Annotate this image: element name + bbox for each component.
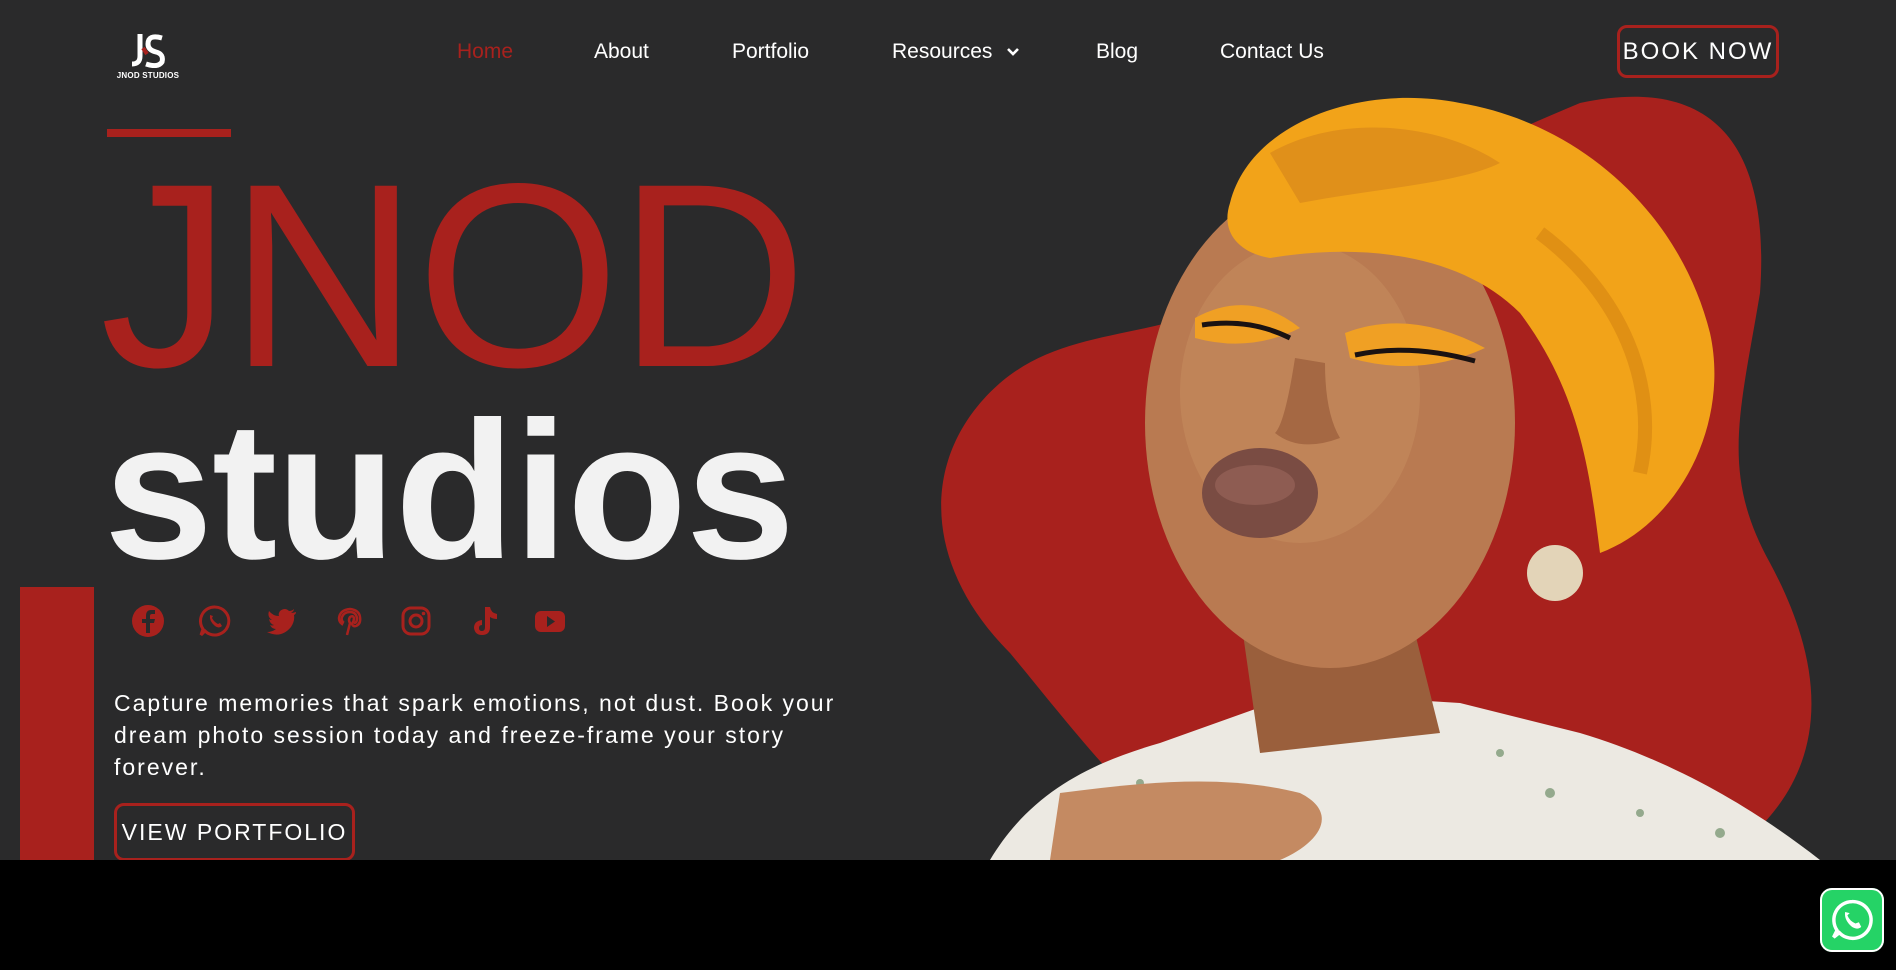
chevron-down-icon: [1007, 48, 1020, 57]
nav-item-blog[interactable]: Blog: [1096, 40, 1138, 64]
hero-title-jnod: JNOD: [100, 129, 807, 422]
book-now-button[interactable]: BOOK NOW: [1617, 25, 1779, 78]
logo-text: JNOD STUDIOS: [116, 71, 180, 80]
footer-strip: [0, 860, 1896, 970]
nav-item-resources-label: Resources: [892, 40, 993, 63]
hero-tagline: Capture memories that spark emotions, no…: [114, 690, 836, 780]
whatsapp-chat-icon: [1832, 899, 1873, 941]
instagram-icon[interactable]: [396, 601, 436, 641]
tiktok-icon[interactable]: [463, 601, 503, 641]
pinterest-icon[interactable]: [329, 601, 369, 641]
logo-mark-icon: [131, 34, 165, 68]
youtube-icon[interactable]: [530, 601, 570, 641]
hero-portrait-image: [941, 96, 1820, 860]
twitter-icon[interactable]: [262, 601, 302, 641]
nav-item-home[interactable]: Home: [457, 40, 513, 64]
nav-item-about[interactable]: About: [594, 40, 649, 64]
whatsapp-icon[interactable]: [195, 601, 235, 641]
hero-title-studios: studios: [104, 381, 795, 600]
nav-item-portfolio[interactable]: Portfolio: [732, 40, 809, 64]
nav-item-contact[interactable]: Contact Us: [1220, 40, 1324, 64]
view-portfolio-button[interactable]: VIEW PORTFOLIO: [114, 803, 355, 860]
site-header: JNOD STUDIOS Home About Portfolio Resour…: [0, 0, 1896, 93]
facebook-icon[interactable]: [128, 601, 168, 641]
whatsapp-chat-button[interactable]: [1820, 888, 1884, 952]
nav-item-resources[interactable]: Resources: [892, 40, 1020, 64]
site-logo[interactable]: JNOD STUDIOS: [108, 32, 188, 84]
accent-bar: [20, 587, 94, 860]
hero-section: JNOD studios Capture memories that spark…: [0, 93, 1896, 860]
